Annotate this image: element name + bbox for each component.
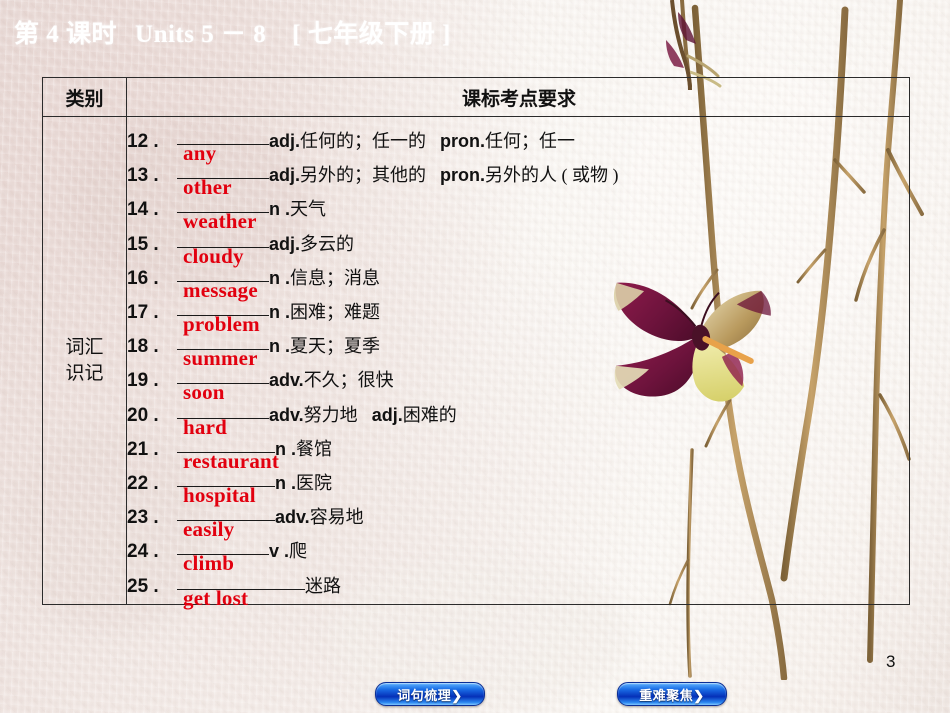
entry-definition: adv.努力地 adj.困难的	[269, 401, 457, 427]
entry-number: 19 .	[127, 370, 159, 392]
entry-pos: adv.	[275, 507, 310, 528]
entry-definition: n .困难；难题	[269, 298, 380, 324]
entry-pos: adj.	[269, 165, 301, 186]
entry-definition: v .爬	[269, 537, 307, 563]
table-header-row: 类别 课标考点要求	[43, 78, 909, 117]
entry-meaning: 努力地	[303, 404, 358, 425]
entry-pos: n .	[269, 302, 290, 322]
entry-definition: n .夏天；夏季	[269, 332, 380, 358]
vocabulary-table: 类别 课标考点要求 词汇 识记 12 . adj.任何的；任一的 pron.任何；任…	[42, 77, 911, 610]
entry-pos: adj.	[269, 131, 301, 151]
entry-meaning: 信息；消息	[290, 267, 380, 288]
entry-meaning: 不久；很快	[303, 370, 394, 391]
entry-pos: n .	[269, 336, 290, 357]
entry-number: 23 .	[127, 507, 159, 529]
entry-meaning: 夏天；夏季	[290, 336, 380, 357]
entry-pos: n .	[269, 199, 290, 220]
entry-number: 14 .	[127, 199, 159, 221]
entry-pos: n .	[275, 473, 296, 493]
entry-meaning: 医院	[296, 473, 332, 493]
entry-meaning: 爬	[289, 541, 308, 562]
entry-meaning-secondary: 任何；任一	[485, 131, 576, 151]
header-units: Units 5 － 8	[135, 21, 267, 48]
entry-meaning: 多云的	[300, 233, 355, 254]
entry-definition: adv.容易地	[275, 503, 364, 529]
entry-number: 20 .	[127, 404, 159, 426]
entry-definition: n .信息；消息	[269, 264, 380, 290]
entry-meaning: 任何的；任一的	[300, 131, 427, 151]
entry-meaning: 容易地	[309, 507, 364, 528]
entry-definition: n .医院	[275, 469, 332, 495]
entry-meaning-secondary: 另外的人 ( 或物 )	[485, 165, 619, 186]
entry-number: 18 .	[127, 336, 159, 358]
entry-definition: n .餐馆	[275, 435, 332, 461]
column-header-category: 类别	[65, 88, 104, 110]
vocabulary-entry-row: 20 . adv.努力地 adj.困难的	[127, 399, 457, 435]
entry-number: 16 .	[127, 267, 159, 289]
nav-button-key-points[interactable]: 重难聚焦❯	[617, 682, 727, 706]
entry-answer: get lost	[183, 585, 249, 610]
page-title: 第 4 课时 Units 5 － 8 [ 七年级下册 ]	[14, 14, 451, 50]
vocabulary-entry-row: 23 . adv.容易地	[127, 501, 364, 537]
header-lesson: 第 4 课时	[14, 21, 118, 48]
entry-number: 12 .	[127, 131, 159, 152]
entry-definition: adj.多云的	[269, 230, 354, 256]
vocabulary-entry-list: 12 . adj.任何的；任一的 pron.任何；任一 any 13 . adj.另外的；…	[127, 117, 911, 610]
entry-definition: adv.不久；很快	[269, 366, 394, 392]
entry-number: 25 .	[127, 575, 159, 597]
row-label-vocabulary: 词汇 识记	[43, 117, 126, 605]
entry-meaning-secondary: 困难的	[402, 404, 457, 425]
page-number: 3	[886, 652, 896, 671]
row-label-line1: 词汇	[65, 337, 104, 359]
entry-number: 22 .	[127, 473, 159, 494]
nav-button-key-points-label: 重难聚焦❯	[639, 687, 705, 703]
row-label-line2: 识记	[65, 363, 104, 384]
vocabulary-entry-row: 19 . adv.不久；很快	[127, 364, 394, 400]
entry-meaning: 迷路	[305, 575, 341, 596]
entry-number: 17 .	[127, 302, 159, 323]
entry-meaning: 餐馆	[296, 438, 332, 459]
nav-button-word-review[interactable]: 词句梳理❯	[375, 682, 485, 706]
entry-pos: adj.	[269, 233, 301, 254]
entry-pos-secondary: pron.	[440, 131, 486, 151]
nav-button-word-review-label: 词句梳理❯	[397, 687, 463, 703]
entry-pos: n .	[269, 267, 290, 288]
entry-pos: adv.	[269, 370, 304, 391]
entry-pos: v .	[269, 541, 290, 562]
entry-number: 15 .	[127, 233, 159, 255]
entry-meaning: 另外的；其他的	[300, 165, 427, 186]
entry-meaning: 天气	[290, 199, 326, 220]
entry-pos-secondary: adj.	[371, 404, 403, 425]
entry-definition: n .天气	[269, 195, 326, 221]
column-header-requirement: 课标考点要求	[461, 88, 576, 110]
entry-number: 24 .	[127, 541, 159, 563]
entry-definition: adj.任何的；任一的 pron.任何；任一	[269, 127, 575, 153]
header-grade: [ 七年级下册 ]	[292, 21, 451, 48]
entry-definition: 迷路	[305, 572, 341, 598]
entry-pos: adv.	[269, 404, 304, 425]
entry-definition: adj.另外的；其他的 pron.另外的人 ( 或物 )	[269, 161, 619, 187]
entry-meaning: 困难；难题	[290, 302, 380, 322]
entry-number: 13 .	[127, 165, 159, 187]
entry-pos-secondary: pron.	[440, 165, 486, 186]
entry-number: 21 .	[127, 438, 159, 460]
